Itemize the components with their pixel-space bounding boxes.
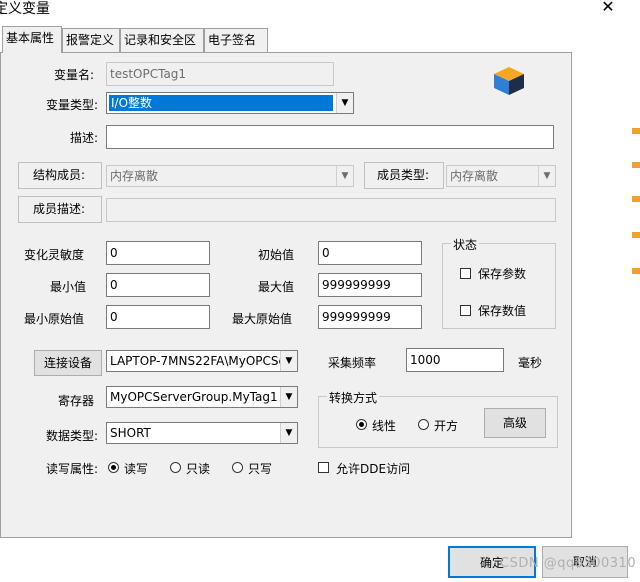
datatype-label: 数据类型: [46,429,99,443]
save-values-label: 保存数值 [478,304,527,318]
sample-unit-label: 毫秒 [518,356,543,370]
sensitivity-field[interactable]: 0 [106,241,210,265]
datatype-value: SHORT [110,426,151,440]
tab-alarm-definition[interactable]: 报警定义 [62,28,120,52]
convert-group-title: 转换方式 [327,389,380,406]
advanced-button[interactable]: 高级 [484,408,546,438]
chevron-down-icon[interactable]: ▼ [280,351,297,371]
desc-label: 描述: [70,131,99,145]
description-field[interactable] [106,125,554,149]
struct-member-select: 内存离散 ▼ [106,165,354,187]
allow-dde-checkbox[interactable] [318,462,329,473]
sample-rate-label: 采集频率 [328,356,377,370]
chevron-down-icon: ▼ [538,166,555,186]
chevron-down-icon[interactable]: ▼ [336,93,353,113]
sqrt-label: 开方 [434,419,459,433]
max-value-label: 最大值 [258,280,295,294]
min-raw-label: 最小原始值 [24,312,85,326]
rw-readonly-label: 只读 [186,462,211,476]
min-value-label: 最小值 [50,280,87,294]
linear-label: 线性 [372,419,397,433]
state-group-title: 状态 [451,236,480,253]
sqrt-radio[interactable] [418,419,429,430]
save-values-checkbox[interactable] [460,305,471,316]
tab-e-signature[interactable]: 电子签名 [204,28,268,52]
marker-icon [632,196,640,202]
initial-value-label: 初始值 [258,248,295,262]
rw-readwrite-label: 读写 [124,462,149,476]
member-desc-label: 成员描述: [18,196,102,223]
member-type-label: 成员类型: [364,162,444,189]
initial-value-field[interactable]: 0 [318,241,422,265]
variable-cube-icon [494,67,524,95]
var-name-field: testOPCTag1 [106,62,334,86]
struct-member-label: 结构成员: [18,162,102,189]
member-type-value: 内存离散 [450,169,499,183]
chevron-down-icon[interactable]: ▼ [280,423,297,443]
rw-readwrite-radio[interactable] [108,462,119,473]
save-params-label: 保存参数 [478,267,527,281]
max-value-field[interactable]: 999999999 [318,273,422,297]
struct-member-value: 内存离散 [110,169,159,183]
close-icon[interactable]: ✕ [598,0,618,17]
var-type-select[interactable]: I/O整数 ▼ [106,92,354,114]
chevron-down-icon: ▼ [336,166,353,186]
marker-icon [632,232,640,238]
var-name-label: 变量名: [54,68,95,82]
max-raw-field[interactable]: 999999999 [318,305,422,329]
save-params-checkbox[interactable] [460,268,471,279]
rw-writeonly-radio[interactable] [232,462,243,473]
device-value: LAPTOP-7MNS22FA\MyOPCSe [110,354,286,368]
datatype-select[interactable]: SHORT ▼ [106,422,298,444]
register-label: 寄存器 [58,394,95,408]
var-type-value: I/O整数 [109,95,333,111]
min-raw-field[interactable]: 0 [106,305,210,329]
marker-icon [632,128,640,134]
linear-radio[interactable] [356,419,367,430]
member-type-select: 内存离散 ▼ [446,165,556,187]
register-select[interactable]: MyOPCServerGroup.MyTag1 ▼ [106,386,298,408]
max-raw-label: 最大原始值 [232,312,293,326]
connect-device-button[interactable]: 连接设备 [34,350,102,376]
watermark: CSDN @qq8300310 [500,556,637,571]
chevron-down-icon[interactable]: ▼ [280,387,297,407]
rw-writeonly-label: 只写 [248,462,273,476]
tab-basic-properties[interactable]: 基本属性 [2,26,62,53]
marker-icon [632,268,640,274]
marker-icon [632,162,640,168]
rw-label: 读写属性: [46,462,99,476]
sensitivity-label: 变化灵敏度 [24,248,85,262]
rw-readonly-radio[interactable] [170,462,181,473]
min-value-field[interactable]: 0 [106,273,210,297]
member-desc-field [106,198,556,222]
title-bar: 定义变量 ✕ [0,0,640,18]
var-type-label: 变量类型: [46,98,99,112]
tab-logging-security[interactable]: 记录和安全区 [120,28,204,52]
device-select[interactable]: LAPTOP-7MNS22FA\MyOPCSe ▼ [106,350,298,372]
register-value: MyOPCServerGroup.MyTag1 [110,390,278,404]
sample-rate-field[interactable]: 1000 [406,348,504,372]
background-app-strip [630,0,640,582]
window-title: 定义变量 [0,1,50,17]
allow-dde-label: 允许DDE访问 [336,462,411,476]
